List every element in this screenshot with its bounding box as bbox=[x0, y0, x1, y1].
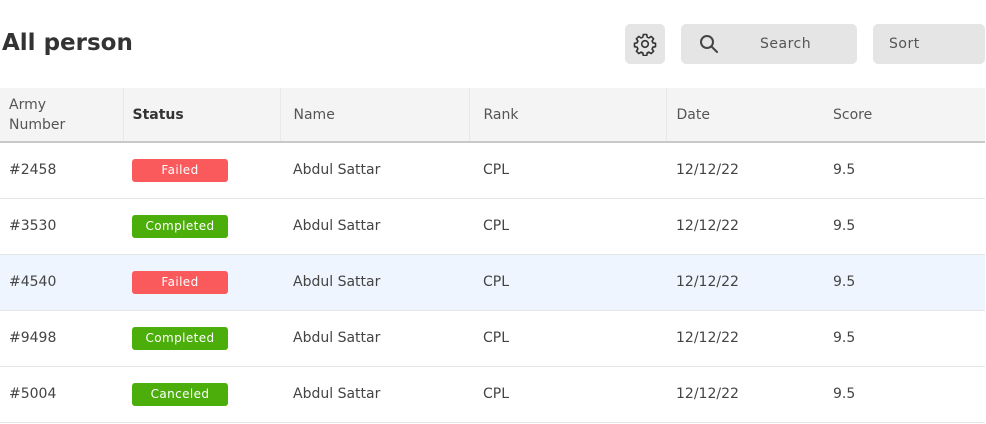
status-cell: Canceled bbox=[123, 366, 280, 422]
page-header: All person Search Sort bbox=[0, 0, 986, 88]
status-cell: Failed bbox=[123, 142, 280, 198]
table-row[interactable]: #2458 Failed Abdul Sattar CPL 12/12/22 9… bbox=[0, 142, 985, 198]
score-cell: 9.5 bbox=[833, 274, 856, 290]
date-cell: 12/12/22 bbox=[676, 162, 739, 179]
status-badge: Failed bbox=[132, 158, 228, 182]
date-cell: 12/12/22 bbox=[676, 386, 739, 402]
date-cell: 12/12/22 bbox=[676, 218, 739, 234]
rank-cell: CPL bbox=[483, 162, 510, 179]
rank-cell: CPL bbox=[483, 218, 510, 234]
column-header-name[interactable]: Name bbox=[279, 88, 469, 142]
rank-cell: CPL bbox=[483, 330, 510, 346]
person-table: Army Number Status Name Rank Date Score … bbox=[0, 88, 985, 423]
score-cell: 9.5 bbox=[833, 218, 856, 234]
table-row[interactable]: #5004 Canceled Abdul Sattar CPL 12/12/22… bbox=[0, 366, 985, 422]
column-header-date[interactable]: Date bbox=[665, 88, 824, 142]
column-header-status[interactable]: Status bbox=[122, 88, 280, 142]
gear-icon bbox=[633, 33, 657, 56]
name-cell: Abdul Sattar bbox=[293, 218, 381, 234]
status-cell: Completed bbox=[123, 198, 280, 254]
table-row[interactable]: #9498 Completed Abdul Sattar CPL 12/12/2… bbox=[0, 310, 985, 366]
name-cell: Abdul Sattar bbox=[293, 274, 381, 290]
army-number-cell: #5004 bbox=[9, 386, 57, 402]
army-number-cell: #2458 bbox=[9, 162, 57, 179]
column-header-rank[interactable]: Rank bbox=[468, 88, 666, 142]
column-header-score[interactable]: Score bbox=[824, 88, 985, 142]
page-title: All person bbox=[2, 30, 133, 56]
rank-cell: CPL bbox=[483, 274, 510, 290]
rank-cell: CPL bbox=[483, 386, 510, 402]
status-badge: Completed bbox=[132, 326, 228, 350]
search-label: Search bbox=[760, 36, 812, 52]
status-cell: Completed bbox=[123, 310, 280, 366]
name-cell: Abdul Sattar bbox=[293, 162, 381, 179]
sort-button[interactable]: Sort bbox=[873, 24, 985, 64]
table-row[interactable]: #3530 Completed Abdul Sattar CPL 12/12/2… bbox=[0, 198, 985, 254]
name-cell: Abdul Sattar bbox=[293, 386, 381, 402]
score-cell: 9.5 bbox=[833, 386, 856, 402]
army-number-cell: #9498 bbox=[9, 330, 57, 346]
army-number-cell: #4540 bbox=[9, 274, 57, 290]
army-number-cell: #3530 bbox=[9, 218, 57, 234]
table-row[interactable]: #4540 Failed Abdul Sattar CPL 12/12/22 9… bbox=[0, 254, 985, 310]
status-badge: Completed bbox=[132, 214, 228, 238]
sort-label: Sort bbox=[889, 36, 920, 52]
table-header-row: Army Number Status Name Rank Date Score bbox=[0, 88, 985, 142]
date-cell: 12/12/22 bbox=[676, 274, 739, 290]
status-badge: Canceled bbox=[132, 382, 228, 406]
status-cell: Failed bbox=[123, 254, 280, 310]
search-icon bbox=[700, 35, 718, 53]
score-cell: 9.5 bbox=[833, 162, 856, 179]
status-badge: Failed bbox=[132, 270, 228, 294]
name-cell: Abdul Sattar bbox=[293, 330, 381, 346]
date-cell: 12/12/22 bbox=[676, 330, 739, 346]
settings-button[interactable] bbox=[625, 24, 665, 64]
column-header-army-number[interactable]: Army Number bbox=[0, 88, 123, 142]
search-button[interactable]: Search bbox=[681, 24, 857, 64]
score-cell: 9.5 bbox=[833, 330, 856, 346]
